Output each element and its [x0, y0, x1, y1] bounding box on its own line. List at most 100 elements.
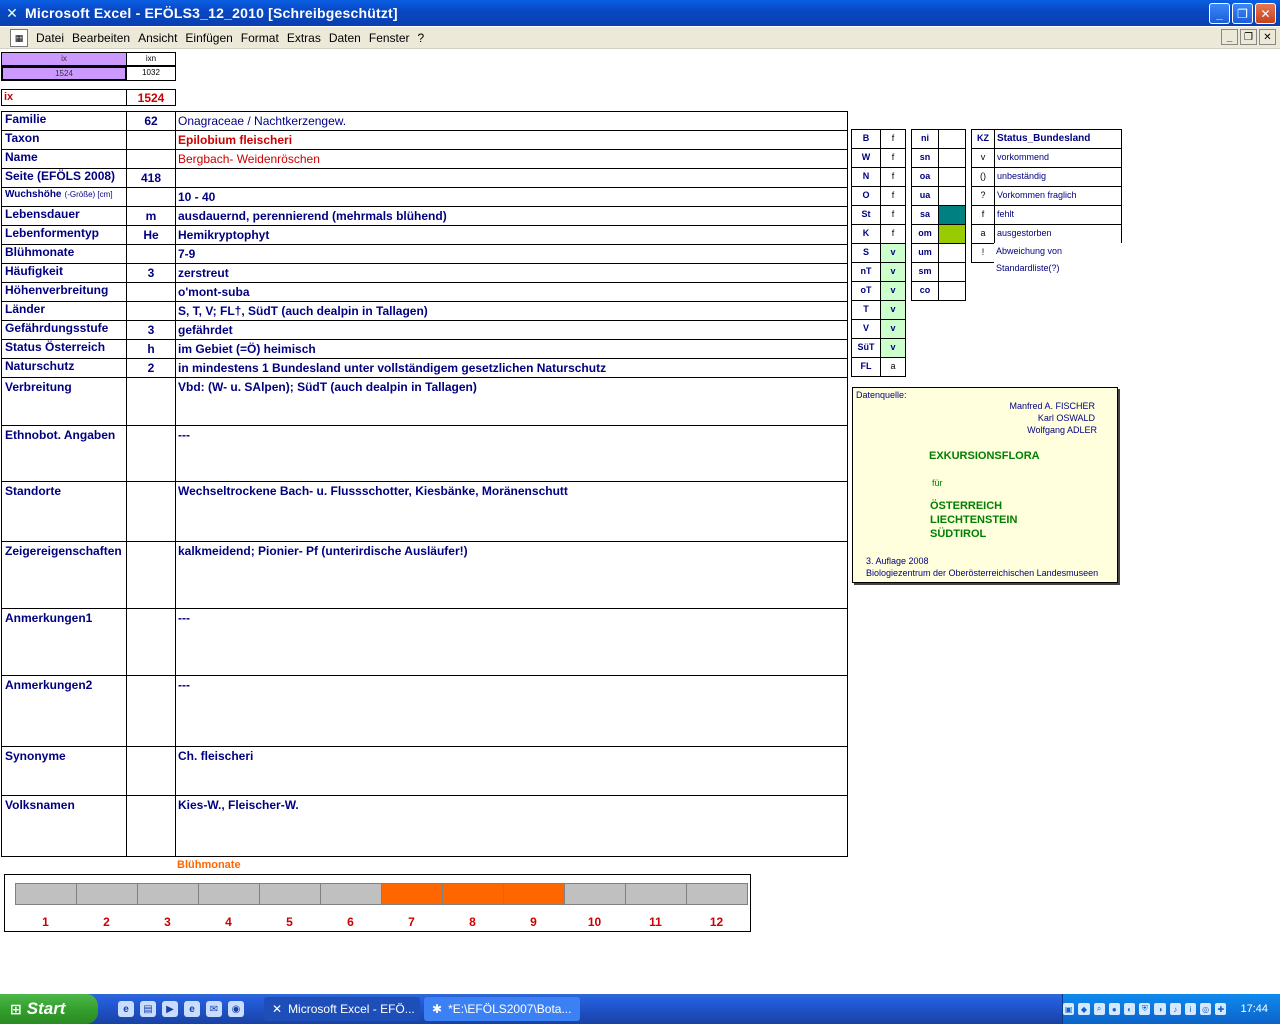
bundesland-status[interactable]: v	[880, 243, 906, 263]
big-row-label[interactable]: Verbreitung	[1, 377, 127, 426]
region-code[interactable]: sa	[911, 205, 939, 225]
row-value-cell[interactable]: in mindestens 1 Bundesland unter vollstä…	[175, 358, 848, 378]
bundesland-status[interactable]: a	[880, 357, 906, 377]
big-row-label[interactable]: Anmerkungen2	[1, 675, 127, 747]
row-code-cell[interactable]: He	[126, 225, 176, 245]
row-code-cell[interactable]: 418	[126, 168, 176, 188]
row-value-cell[interactable]: 10 - 40	[175, 187, 848, 207]
bundesland-status[interactable]: f	[880, 167, 906, 187]
row-value-cell[interactable]: Epilobium fleischeri	[175, 130, 848, 150]
menu-format[interactable]: Format	[237, 31, 283, 45]
close-button[interactable]: ✕	[1255, 3, 1276, 24]
search-icon[interactable]: ⌕	[1093, 1003, 1105, 1015]
row-value-cell[interactable]	[175, 168, 848, 188]
menu-daten[interactable]: Daten	[325, 31, 365, 45]
big-row-label[interactable]: Volksnamen	[1, 795, 127, 857]
region-code[interactable]: sn	[911, 148, 939, 168]
tray-4-icon[interactable]: ●	[1108, 1003, 1120, 1015]
big-row-value[interactable]: ---	[175, 425, 848, 482]
minimize-button[interactable]: _	[1209, 3, 1230, 24]
ie-icon[interactable]: e	[184, 1001, 200, 1017]
region-value-cell[interactable]	[938, 224, 966, 244]
info-icon[interactable]: i	[1184, 1003, 1197, 1015]
document-icon[interactable]: ▦	[10, 28, 28, 47]
restore-button[interactable]: ❐	[1232, 3, 1253, 24]
row-value-cell[interactable]: o'mont-suba	[175, 282, 848, 302]
row-value-cell[interactable]: ausdauernd, perennierend (mehrmals blühe…	[175, 206, 848, 226]
row-label-cell[interactable]: Status Österreich	[1, 339, 127, 359]
row-code-cell[interactable]	[126, 187, 176, 207]
big-row-value[interactable]: ---	[175, 675, 848, 747]
bundesland-status[interactable]: f	[880, 224, 906, 244]
big-row-value[interactable]: Vbd: (W- u. SAlpen); SüdT (auch dealpin …	[175, 377, 848, 426]
row-label-cell[interactable]: Wuchshöhe (-Größe) [cm]	[1, 187, 127, 207]
menu-datei[interactable]: Datei	[32, 31, 68, 45]
menu-bearbeiten[interactable]: Bearbeiten	[68, 31, 134, 45]
row-label-cell[interactable]: Taxon	[1, 130, 127, 150]
bundesland-kz[interactable]: SüT	[851, 338, 881, 358]
row-value-cell[interactable]: 7-9	[175, 244, 848, 264]
row-label-cell[interactable]: Höhenverbreitung	[1, 282, 127, 302]
bundesland-status[interactable]: v	[880, 319, 906, 339]
bundesland-status[interactable]: f	[880, 148, 906, 168]
row-value-cell[interactable]: gefährdet	[175, 320, 848, 340]
network-icon[interactable]: ▣	[1063, 1003, 1075, 1015]
row-label-cell[interactable]: Naturschutz	[1, 358, 127, 378]
quicklaunch-2-icon[interactable]: ▤	[140, 1001, 156, 1017]
big-row-code-cell[interactable]	[126, 541, 176, 609]
bundesland-status[interactable]: v	[880, 338, 906, 358]
row-code-cell[interactable]	[126, 130, 176, 150]
bundesland-kz[interactable]: S	[851, 243, 881, 263]
row-code-cell[interactable]: 3	[126, 263, 176, 283]
row-code-cell[interactable]	[126, 149, 176, 169]
region-value-cell[interactable]	[938, 148, 966, 168]
tray-10-icon[interactable]: ◎	[1200, 1003, 1212, 1015]
bundesland-status[interactable]: f	[880, 186, 906, 206]
big-row-code-cell[interactable]	[126, 425, 176, 482]
big-row-label[interactable]: Zeigereigenschaften	[1, 541, 127, 609]
row-label-cell[interactable]: Familie	[1, 111, 127, 131]
tray-2-icon[interactable]: ◆	[1078, 1003, 1090, 1015]
region-code[interactable]: sm	[911, 262, 939, 282]
start-button[interactable]: ⊞ Start	[0, 994, 98, 1024]
row-label-cell[interactable]: Blühmonate	[1, 244, 127, 264]
row-value-cell[interactable]: S, T, V; FL†, SüdT (auch dealpin in Tall…	[175, 301, 848, 321]
big-row-code-cell[interactable]	[126, 795, 176, 857]
big-row-label[interactable]: Anmerkungen1	[1, 608, 127, 676]
row-code-cell[interactable]: 62	[126, 111, 176, 131]
row-label-cell[interactable]: Länder	[1, 301, 127, 321]
big-row-code-cell[interactable]	[126, 675, 176, 747]
row-value-cell[interactable]: Onagraceae / Nachtkerzengew.	[175, 111, 848, 131]
row-code-cell[interactable]	[126, 301, 176, 321]
region-value-cell[interactable]	[938, 243, 966, 263]
row-label-cell[interactable]: Lebenformentyp	[1, 225, 127, 245]
quicklaunch-3-icon[interactable]: ▶	[162, 1001, 178, 1017]
firefox-icon[interactable]: ◉	[228, 1001, 244, 1017]
big-row-code-cell[interactable]	[126, 608, 176, 676]
row-value-cell[interactable]: im Gebiet (=Ö) heimisch	[175, 339, 848, 359]
row-value-cell[interactable]: Bergbach- Weidenröschen	[175, 149, 848, 169]
bundesland-status[interactable]: v	[880, 262, 906, 282]
row-code-cell[interactable]	[126, 244, 176, 264]
quicklaunch-1-icon[interactable]: e	[118, 1001, 134, 1017]
row-label-cell[interactable]: Seite (EFÖLS 2008)	[1, 168, 127, 188]
region-value-cell[interactable]	[938, 167, 966, 187]
menu-fenster[interactable]: Fenster	[365, 31, 414, 45]
doc-close-button[interactable]: ✕	[1259, 29, 1276, 45]
region-code[interactable]: co	[911, 281, 939, 301]
bundesland-kz[interactable]: O	[851, 186, 881, 206]
bundesland-kz[interactable]: K	[851, 224, 881, 244]
menu-ansicht[interactable]: Ansicht	[134, 31, 181, 45]
region-code[interactable]: um	[911, 243, 939, 263]
big-row-code-cell[interactable]	[126, 377, 176, 426]
quicklaunch-5-icon[interactable]: ✉	[206, 1001, 222, 1017]
region-value-cell[interactable]	[938, 281, 966, 301]
big-row-value[interactable]: kalkmeidend; Pionier- Pf (unterirdische …	[175, 541, 848, 609]
row-value-cell[interactable]: Hemikryptophyt	[175, 225, 848, 245]
bundesland-kz[interactable]: V	[851, 319, 881, 339]
doc-restore-button[interactable]: ❐	[1240, 29, 1257, 45]
bundesland-kz[interactable]: nT	[851, 262, 881, 282]
bundesland-status[interactable]: v	[880, 281, 906, 301]
menu-extras[interactable]: Extras	[283, 31, 325, 45]
big-row-value[interactable]: Ch. fleischeri	[175, 746, 848, 796]
